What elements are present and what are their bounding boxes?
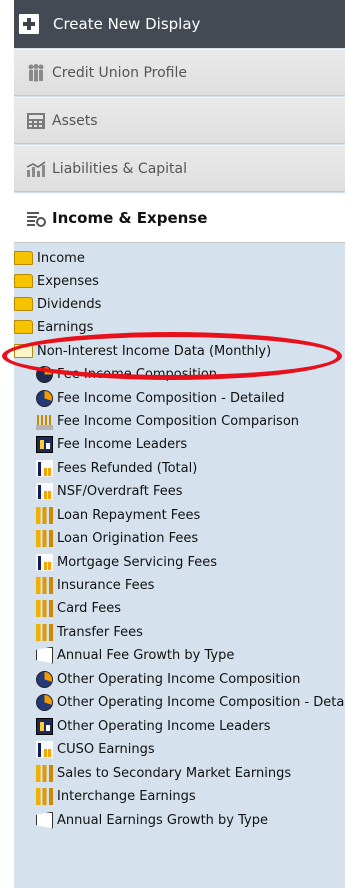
folder-icon bbox=[14, 251, 33, 265]
list-icon bbox=[26, 208, 46, 228]
pie-chart-icon bbox=[36, 389, 53, 407]
tree-item[interactable]: Insurance Fees bbox=[36, 574, 154, 596]
bar-chart-icon bbox=[26, 159, 46, 179]
section-label: Liabilities & Capital bbox=[52, 160, 188, 177]
tree-item-label: Loan Repayment Fees bbox=[57, 507, 201, 523]
tree-label: Earnings bbox=[37, 319, 94, 335]
bar-chart-icon bbox=[36, 740, 53, 758]
tree-item[interactable]: Other Operating Income Composition bbox=[36, 668, 300, 690]
people-icon bbox=[26, 63, 46, 83]
bar-chart-icon bbox=[36, 482, 53, 500]
bar-chart-icon bbox=[36, 529, 53, 547]
tree-item-label: Annual Earnings Growth by Type bbox=[57, 812, 268, 828]
bar-chart-icon bbox=[36, 553, 53, 571]
tree-item-label: Other Operating Income Composition bbox=[57, 671, 301, 687]
tree-item-label: Other Operating Income Leaders bbox=[57, 718, 271, 734]
tree-item-label: Transfer Fees bbox=[57, 624, 143, 640]
bar-chart-icon bbox=[36, 764, 53, 782]
tree-item[interactable]: Loan Repayment Fees bbox=[36, 504, 200, 526]
bar-chart-icon bbox=[36, 787, 53, 805]
tree-item[interactable]: Fee Income Composition - Detailed bbox=[36, 387, 285, 409]
tree-item-label: Sales to Secondary Market Earnings bbox=[57, 765, 292, 781]
tree-label: Expenses bbox=[37, 273, 99, 289]
tree-item-label: Annual Fee Growth by Type bbox=[57, 647, 235, 663]
section-income-expense[interactable]: Income & Expense bbox=[14, 193, 345, 243]
tree-label: Dividends bbox=[37, 296, 102, 312]
tree-item[interactable]: Fee Income Leaders bbox=[36, 433, 187, 455]
tree-item[interactable]: Interchange Earnings bbox=[36, 785, 196, 807]
tree-item[interactable]: Transfer Fees bbox=[36, 621, 143, 643]
tree-item-label: Fee Income Composition Comparison bbox=[57, 413, 300, 429]
annotation-ellipse bbox=[2, 332, 342, 380]
growth-chart-icon bbox=[36, 646, 53, 664]
bar-chart-icon bbox=[36, 623, 53, 641]
tree-item-label: Fee Income Composition - Detailed bbox=[57, 390, 285, 406]
bar-chart-icon bbox=[36, 599, 53, 617]
section-label: Income & Expense bbox=[52, 209, 208, 227]
plus-icon bbox=[19, 14, 39, 34]
comparison-chart-icon bbox=[36, 412, 53, 430]
tree-item[interactable]: Other Operating Income Composition - Det… bbox=[36, 691, 345, 713]
pie-chart-icon bbox=[36, 670, 53, 688]
create-new-display-button[interactable]: Create New Display bbox=[14, 0, 345, 48]
tree-item[interactable]: Annual Fee Growth by Type bbox=[36, 644, 234, 666]
tree-item[interactable]: Sales to Secondary Market Earnings bbox=[36, 762, 291, 784]
tree-item-label: Mortgage Servicing Fees bbox=[57, 554, 218, 570]
tree-item-label: NSF/Overdraft Fees bbox=[57, 483, 183, 499]
tree-item[interactable]: Fees Refunded (Total) bbox=[36, 457, 197, 479]
calculator-icon bbox=[26, 111, 46, 131]
tree-item[interactable]: Mortgage Servicing Fees bbox=[36, 551, 217, 573]
growth-chart-icon bbox=[36, 811, 53, 829]
tree-label: Income bbox=[37, 250, 85, 266]
tree-folder-dividends[interactable]: Dividends bbox=[14, 293, 101, 315]
tree-item[interactable]: Annual Earnings Growth by Type bbox=[36, 809, 268, 831]
section-assets[interactable]: Assets bbox=[14, 97, 345, 144]
folder-icon bbox=[14, 297, 33, 311]
pie-chart-icon bbox=[36, 693, 53, 711]
navigation-panel: Create New Display Credit Union Profile … bbox=[14, 0, 345, 888]
tree-item-label: Loan Origination Fees bbox=[57, 530, 199, 546]
section-credit-union-profile[interactable]: Credit Union Profile bbox=[14, 49, 345, 96]
leaders-icon bbox=[36, 435, 53, 453]
tree-item-label: Fee Income Leaders bbox=[57, 436, 188, 452]
section-liabilities-capital[interactable]: Liabilities & Capital bbox=[14, 145, 345, 192]
tree-item-label: Card Fees bbox=[57, 600, 122, 616]
section-label: Assets bbox=[52, 112, 98, 129]
tree-item-label: Fees Refunded (Total) bbox=[57, 460, 198, 476]
folder-icon bbox=[14, 320, 33, 334]
folder-icon bbox=[14, 274, 33, 288]
create-new-display-label: Create New Display bbox=[53, 15, 201, 33]
section-label: Credit Union Profile bbox=[52, 64, 187, 81]
tree-item-label: Interchange Earnings bbox=[57, 788, 196, 804]
tree-item[interactable]: Fee Income Composition Comparison bbox=[36, 410, 299, 432]
tree-folder-income[interactable]: Income bbox=[14, 247, 85, 269]
bar-chart-icon bbox=[36, 506, 53, 524]
tree-item-label: CUSO Earnings bbox=[57, 741, 155, 757]
bar-chart-icon bbox=[36, 576, 53, 594]
tree-item-label: Insurance Fees bbox=[57, 577, 155, 593]
tree-item[interactable]: Other Operating Income Leaders bbox=[36, 715, 270, 737]
tree-item[interactable]: Card Fees bbox=[36, 597, 121, 619]
tree-item[interactable]: NSF/Overdraft Fees bbox=[36, 480, 183, 502]
tree-item[interactable]: CUSO Earnings bbox=[36, 738, 155, 760]
tree-folder-expenses[interactable]: Expenses bbox=[14, 270, 99, 292]
leaders-icon bbox=[36, 717, 53, 735]
tree-item-label: Other Operating Income Composition - Det… bbox=[57, 694, 345, 710]
tree-item[interactable]: Loan Origination Fees bbox=[36, 527, 198, 549]
bar-chart-icon bbox=[36, 459, 53, 477]
